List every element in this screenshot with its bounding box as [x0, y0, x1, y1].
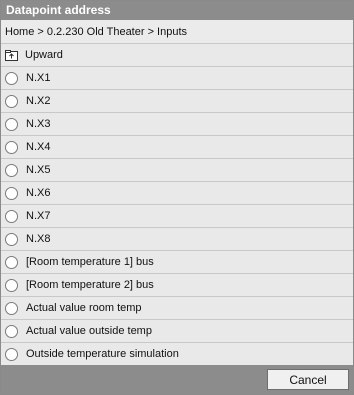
list-item[interactable]: N.X7 — [1, 205, 353, 228]
list-item[interactable]: N.X3 — [1, 113, 353, 136]
list-item[interactable]: Actual value outside temp — [1, 320, 353, 343]
item-label: N.X2 — [26, 95, 51, 107]
item-label: N.X5 — [26, 164, 51, 176]
folder-up-icon — [5, 49, 18, 61]
list-item[interactable]: N.X5 — [1, 159, 353, 182]
radio-icon[interactable] — [5, 232, 18, 246]
dialog-footer: Cancel — [1, 365, 353, 394]
list-item[interactable]: N.X8 — [1, 228, 353, 251]
item-label: [Room temperature 1] bus — [26, 256, 154, 268]
radio-icon[interactable] — [5, 117, 18, 131]
item-label: Outside temperature simulation — [26, 348, 179, 360]
radio-icon[interactable] — [5, 163, 18, 177]
radio-icon[interactable] — [5, 209, 18, 223]
radio-icon[interactable] — [5, 71, 18, 85]
list-item[interactable]: N.X2 — [1, 90, 353, 113]
item-label: N.X7 — [26, 210, 51, 222]
list-item[interactable]: N.X1 — [1, 67, 353, 90]
upward-item[interactable]: Upward — [1, 44, 353, 67]
list-item[interactable]: [Room temperature 2] bus — [1, 274, 353, 297]
item-label: N.X3 — [26, 118, 51, 130]
cancel-button[interactable]: Cancel — [267, 369, 349, 390]
radio-icon[interactable] — [5, 301, 18, 315]
list-item[interactable]: Outside temperature simulation — [1, 343, 353, 366]
radio-icon[interactable] — [5, 255, 18, 269]
list-item[interactable]: N.X6 — [1, 182, 353, 205]
breadcrumb: Home > 0.2.230 Old Theater > Inputs — [1, 20, 353, 44]
item-label: N.X6 — [26, 187, 51, 199]
list-item[interactable]: [Room temperature 1] bus — [1, 251, 353, 274]
datapoint-address-dialog: Datapoint address Home > 0.2.230 Old The… — [0, 0, 354, 395]
radio-icon[interactable] — [5, 140, 18, 154]
radio-icon[interactable] — [5, 347, 18, 361]
item-label: [Room temperature 2] bus — [26, 279, 154, 291]
item-label: Actual value outside temp — [26, 325, 152, 337]
item-label: Actual value room temp — [26, 302, 142, 314]
upward-label: Upward — [25, 49, 63, 61]
radio-icon[interactable] — [5, 278, 18, 292]
radio-icon[interactable] — [5, 94, 18, 108]
dialog-title: Datapoint address — [1, 1, 353, 20]
item-label: N.X1 — [26, 72, 51, 84]
item-label: N.X8 — [26, 233, 51, 245]
datapoint-list: Upward N.X1 N.X2 N.X3 N.X4 N.X5 N.X6 N.X… — [1, 44, 353, 366]
list-item[interactable]: N.X4 — [1, 136, 353, 159]
item-label: N.X4 — [26, 141, 51, 153]
radio-icon[interactable] — [5, 186, 18, 200]
radio-icon[interactable] — [5, 324, 18, 338]
list-item[interactable]: Actual value room temp — [1, 297, 353, 320]
